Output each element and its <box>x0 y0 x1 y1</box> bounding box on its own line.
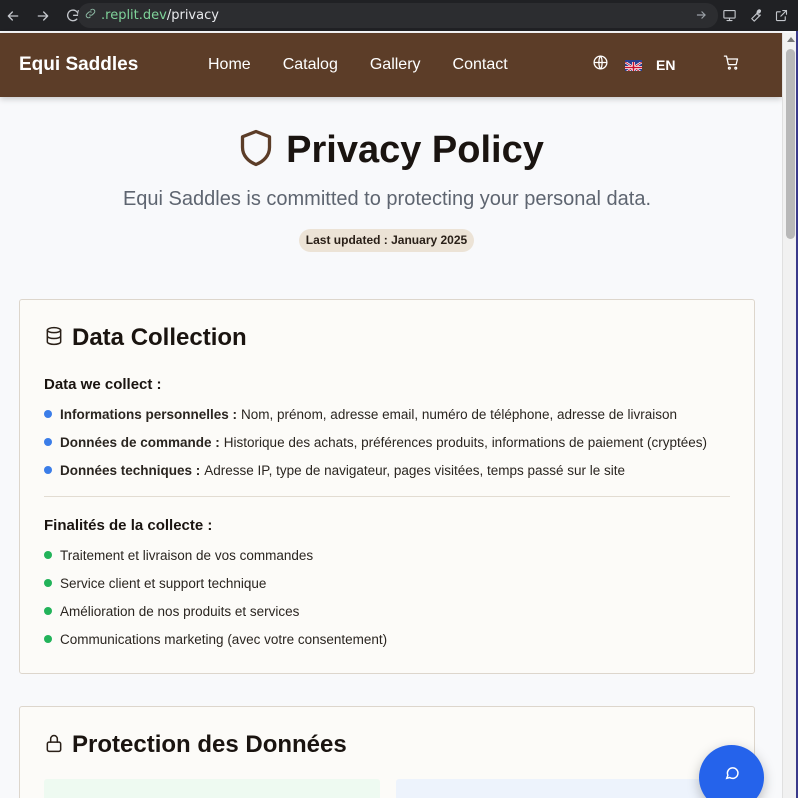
scroll-up-arrow-icon[interactable] <box>787 37 795 42</box>
browser-toolbar: .replit.dev/privacy <box>0 0 798 31</box>
list-item: Communications marketing (avec votre con… <box>44 625 387 653</box>
uk-flag-icon[interactable] <box>625 59 642 71</box>
address-bar[interactable]: .replit.dev/privacy <box>78 3 718 28</box>
back-icon[interactable] <box>2 5 24 27</box>
shield-icon <box>238 128 286 173</box>
card-title: Protection des Données <box>44 731 347 759</box>
list-item: Données techniques : Adresse IP, type de … <box>44 456 707 484</box>
bullet-dot <box>44 410 52 418</box>
collect-list: Informations personnelles : Nom, prénom, … <box>44 400 707 484</box>
bullet-dot <box>44 607 52 615</box>
card-title-text: Data Collection <box>72 324 247 351</box>
link-icon <box>84 7 97 25</box>
site-header: Equi Saddles Home Catalog Gallery Contac… <box>0 33 782 97</box>
page-title: Privacy Policy <box>0 128 782 173</box>
list-item: Traitement et livraison de vos commandes <box>44 541 387 569</box>
database-icon <box>44 325 72 352</box>
page-subtitle: Equi Saddles is committed to protecting … <box>122 188 652 210</box>
bullet-dot <box>44 466 52 474</box>
language-label[interactable]: EN <box>656 57 675 73</box>
list-item: Service client et support technique <box>44 569 387 597</box>
url-text: .replit.dev/privacy <box>101 8 219 23</box>
monitor-icon[interactable] <box>720 6 738 24</box>
nav-gallery[interactable]: Gallery <box>370 56 421 74</box>
cart-icon[interactable] <box>723 54 740 76</box>
forward-icon[interactable] <box>32 5 54 27</box>
bullet-dot <box>44 438 52 446</box>
globe-icon[interactable] <box>592 54 609 76</box>
chat-icon <box>723 766 741 787</box>
protection-panel-left <box>44 779 380 798</box>
bullet-dot <box>44 579 52 587</box>
purpose-heading: Finalités de la collecte : <box>44 517 213 534</box>
protection-panel-right <box>396 779 732 798</box>
data-collection-card: Data Collection Data we collect : Inform… <box>19 299 755 674</box>
card-title: Data Collection <box>44 324 247 352</box>
nav-catalog[interactable]: Catalog <box>283 56 338 74</box>
list-item: Amélioration de nos produits et services <box>44 597 387 625</box>
bullet-dot <box>44 635 52 643</box>
go-arrow-icon[interactable] <box>694 8 708 27</box>
page-title-text: Privacy Policy <box>286 129 544 171</box>
last-updated-badge: Last updated : January 2025 <box>299 229 474 252</box>
brand-logo[interactable]: Equi Saddles <box>19 54 138 76</box>
data-protection-card: Protection des Données <box>19 706 755 798</box>
card-title-text: Protection des Données <box>72 731 347 758</box>
wrench-icon[interactable] <box>746 6 764 24</box>
list-item: Informations personnelles : Nom, prénom, … <box>44 400 707 428</box>
list-item: Données de commande : Historique des acha… <box>44 428 707 456</box>
scrollbar-thumb[interactable] <box>786 49 795 239</box>
nav-home[interactable]: Home <box>208 56 251 74</box>
divider <box>44 496 730 497</box>
lock-icon <box>44 732 72 759</box>
bullet-dot <box>44 551 52 559</box>
nav-contact[interactable]: Contact <box>453 56 508 74</box>
collect-heading: Data we collect : <box>44 376 162 393</box>
external-link-icon[interactable] <box>772 6 790 24</box>
main-nav: Home Catalog Gallery Contact <box>208 56 540 74</box>
purpose-list: Traitement et livraison de vos commandes… <box>44 541 387 653</box>
